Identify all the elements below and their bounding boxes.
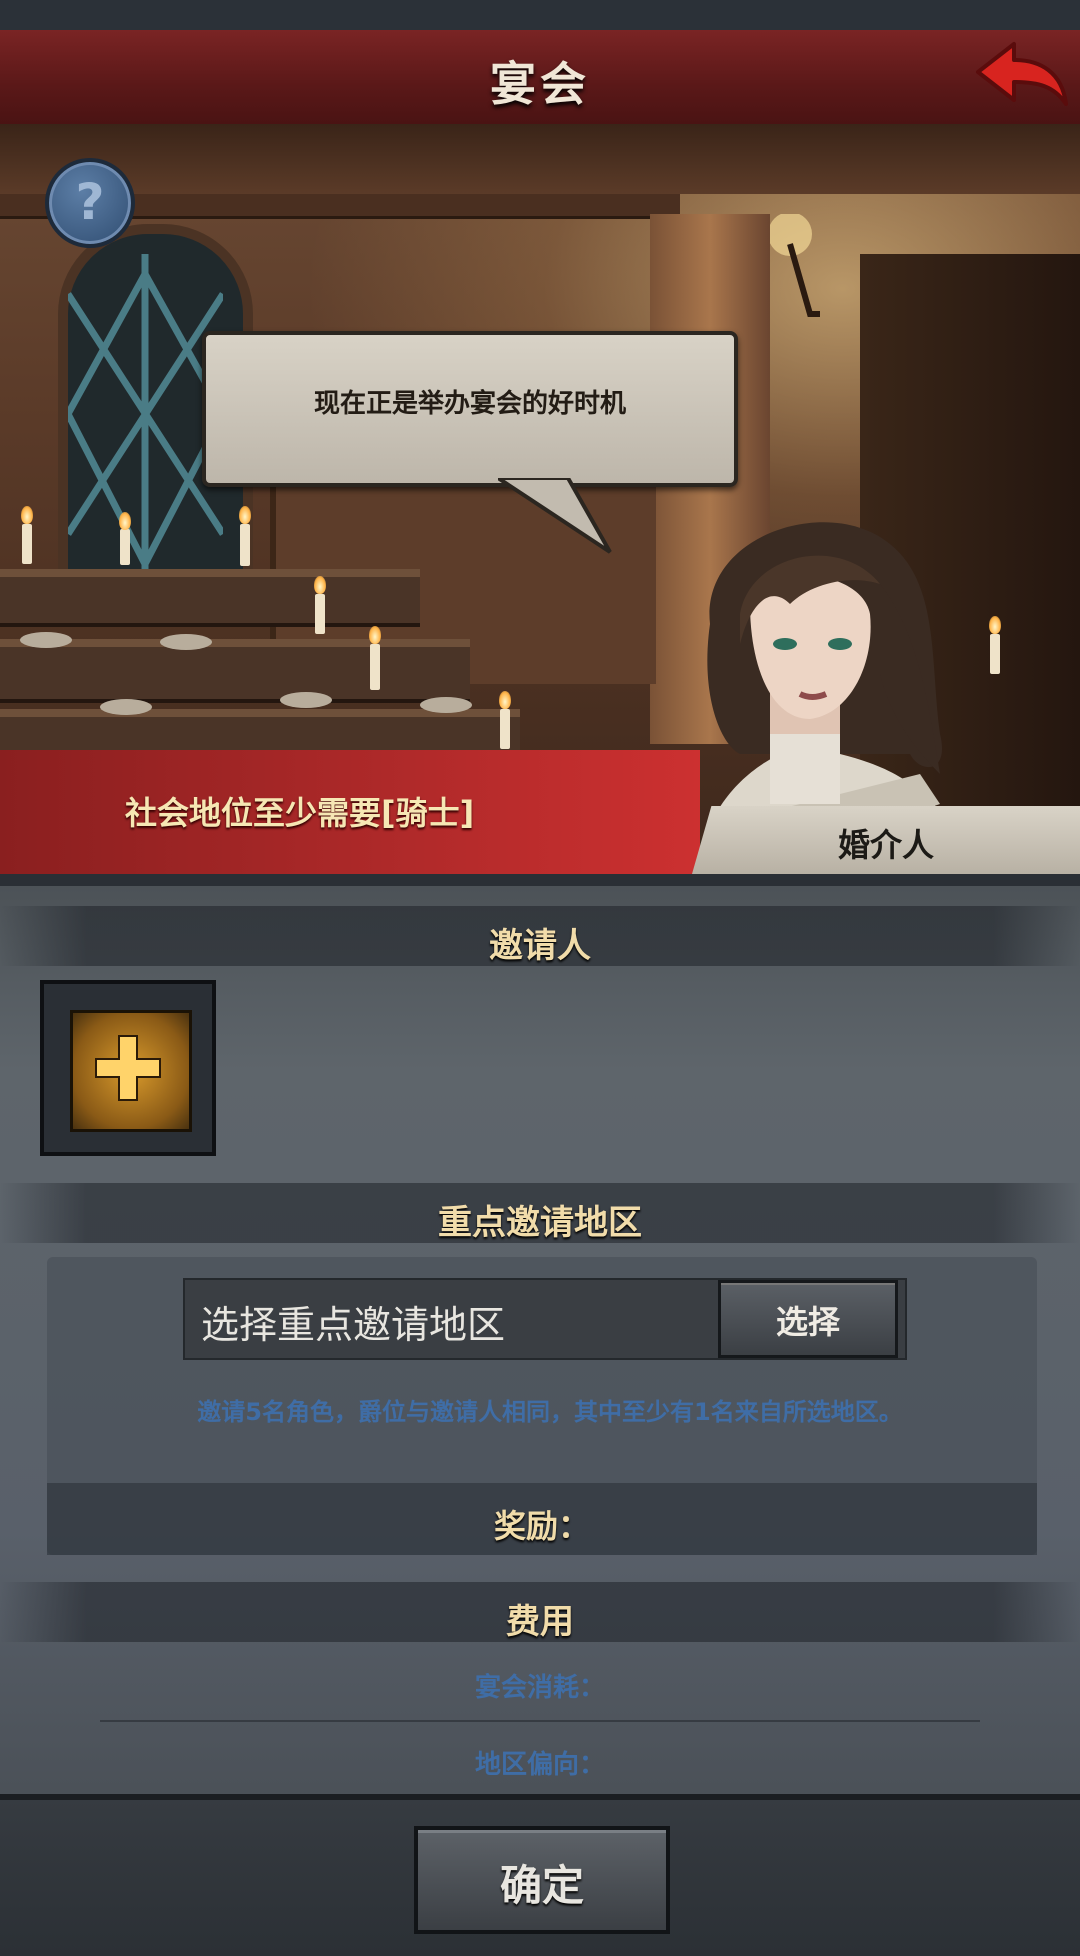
candle-flame xyxy=(314,576,326,594)
select-region-label: 选择 xyxy=(775,1303,840,1341)
candle-flame xyxy=(119,512,131,530)
help-button[interactable]: ? xyxy=(45,158,135,248)
add-inviter-button[interactable] xyxy=(70,1010,192,1132)
inviter-heading-bar: 邀请人 xyxy=(0,906,1080,966)
region-bias-label: 地区偏向： xyxy=(474,1750,605,1780)
candle-flame xyxy=(21,506,33,524)
npc-name: 婚介人 xyxy=(837,826,934,864)
reward-label: 奖励： xyxy=(493,1507,590,1545)
speech-text: 现在正是举办宴会的好时机 xyxy=(313,389,626,419)
plate xyxy=(280,692,332,708)
candle xyxy=(315,594,325,634)
select-region-button[interactable]: 选择 xyxy=(718,1280,898,1358)
inviter-heading: 邀请人 xyxy=(489,926,591,966)
banquet-table xyxy=(0,639,470,703)
banquet-table xyxy=(0,569,420,627)
speech-bubble-tail xyxy=(498,478,612,554)
back-button[interactable] xyxy=(970,38,1070,118)
speech-bubble: 现在正是举办宴会的好时机 xyxy=(202,331,738,487)
candle-flame xyxy=(499,691,511,709)
confirm-label: 确定 xyxy=(499,1861,584,1910)
region-placeholder: 选择重点邀请地区 xyxy=(201,1303,506,1347)
requirement-text: 社会地位至少需要[骑士] xyxy=(125,794,475,832)
plus-icon xyxy=(95,1035,161,1101)
divider xyxy=(100,1720,980,1722)
candle xyxy=(370,644,380,690)
plate xyxy=(20,632,72,648)
page-title: 宴会 xyxy=(490,57,590,111)
inviter-slot xyxy=(40,980,216,1156)
region-heading: 重点邀请地区 xyxy=(438,1203,642,1243)
title-bar: 宴会 xyxy=(0,30,1080,128)
back-arrow-icon xyxy=(976,42,1068,106)
candle-flame xyxy=(369,626,381,644)
plate xyxy=(420,697,472,713)
candle xyxy=(240,524,250,566)
candle xyxy=(120,529,130,565)
ceiling xyxy=(0,124,1080,194)
wall-sconce-icon xyxy=(770,214,820,317)
cost-heading-bar: 费用 xyxy=(0,1582,1080,1642)
reward-bar: 奖励： xyxy=(47,1483,1037,1555)
plate xyxy=(160,634,212,650)
requirement-banner: 社会地位至少需要[骑士] xyxy=(0,750,700,874)
feast-cost-label: 宴会消耗： xyxy=(474,1673,605,1703)
region-hint: 邀请5名角色，爵位与邀请人相同，其中至少有1名来自所选地区。 xyxy=(197,1398,903,1426)
candle xyxy=(500,709,510,749)
candle-flame xyxy=(239,506,251,524)
banquet-hall-illustration: 现在正是举办宴会的好时机 ? 社会地位至少需要[骑士] 婚介人 xyxy=(0,124,1080,874)
plate xyxy=(100,699,152,715)
region-heading-bar: 重点邀请地区 xyxy=(0,1183,1080,1243)
cost-heading: 费用 xyxy=(506,1602,574,1642)
npc-name-plate: 婚介人 xyxy=(692,806,1080,874)
question-mark-icon: ? xyxy=(75,173,105,231)
candle xyxy=(22,524,32,564)
confirm-button[interactable]: 确定 xyxy=(414,1826,670,1934)
status-bar xyxy=(0,0,1080,30)
